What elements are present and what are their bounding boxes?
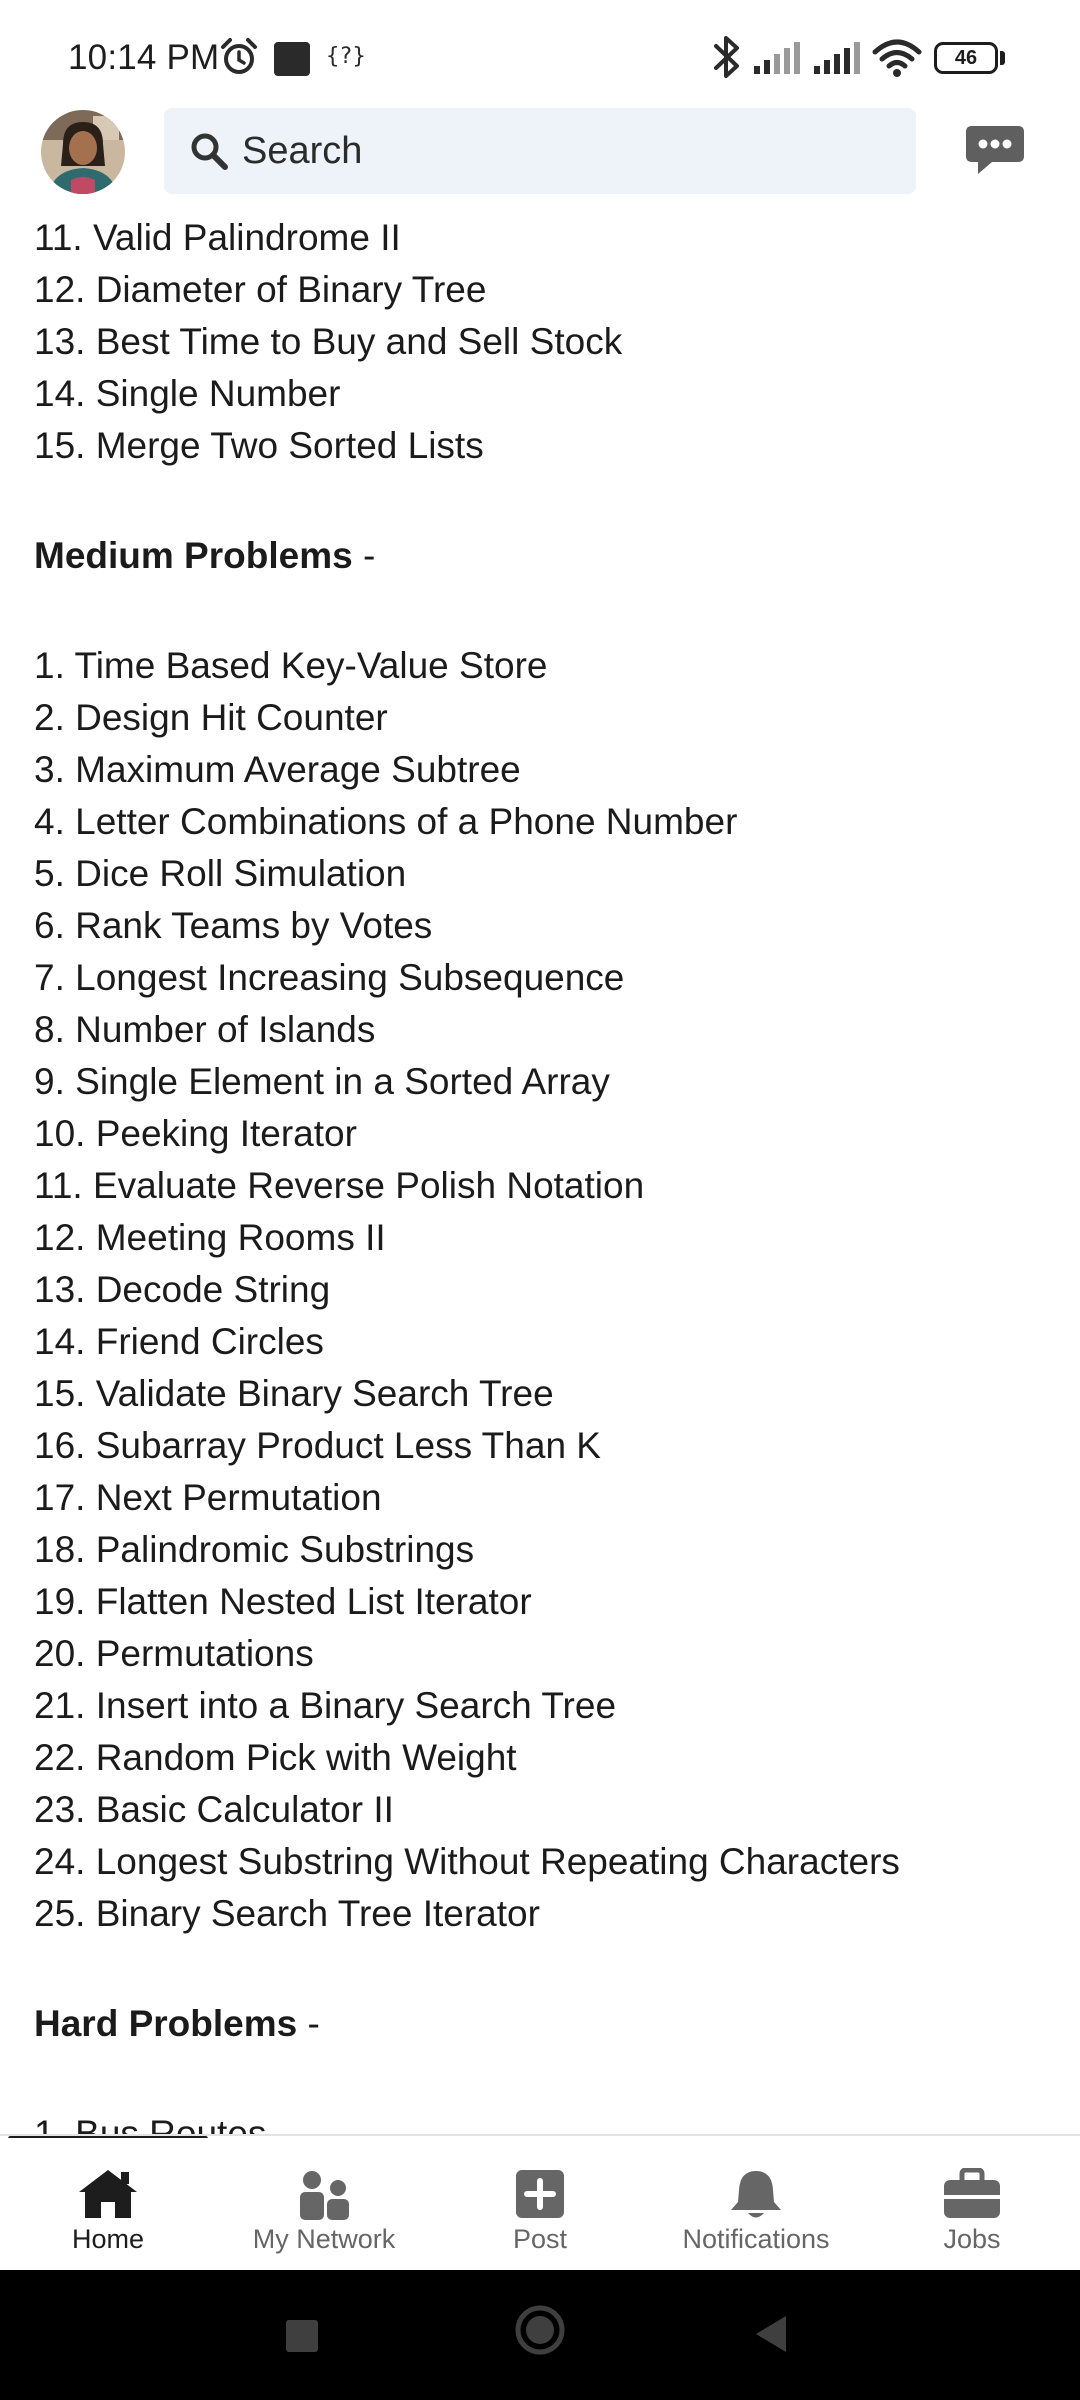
heading-text: Hard Problems — [34, 2003, 298, 2044]
nav-jobs[interactable]: Jobs — [864, 2138, 1080, 2270]
list-item: 8. Number of Islands — [34, 1009, 376, 1050]
list-item: 12. Meeting Rooms II — [34, 1217, 386, 1258]
top-app-bar: Search — [0, 100, 1080, 200]
bluetooth-icon — [710, 34, 744, 85]
nav-my-network[interactable]: My Network — [216, 2138, 432, 2270]
signal-icon — [812, 40, 864, 81]
bell-icon — [728, 2168, 784, 2227]
alarm-icon — [218, 36, 260, 83]
list-item: 5. Dice Roll Simulation — [34, 853, 407, 894]
status-time: 10:14 PM — [68, 38, 220, 77]
search-placeholder: Search — [242, 130, 363, 172]
nav-label: Jobs — [943, 2224, 1001, 2254]
list-item: 13. Best Time to Buy and Sell Stock — [34, 321, 623, 362]
list-item: 17. Next Permutation — [34, 1477, 382, 1518]
post-text: 11. Valid Palindrome II 12. Diameter of … — [34, 212, 1054, 2135]
list-item: 13. Decode String — [34, 1269, 331, 1310]
my-network-icon — [296, 2168, 352, 2227]
list-item: 1. Time Based Key-Value Store — [34, 645, 548, 686]
nav-label: Post — [512, 2224, 568, 2254]
list-item: 14. Single Number — [34, 373, 341, 414]
list-item: 18. Palindromic Substrings — [34, 1529, 475, 1570]
briefcase-icon — [942, 2167, 1002, 2225]
nav-label: My Network — [252, 2224, 396, 2254]
battery-level: 46 — [954, 47, 978, 69]
recents-square-icon[interactable] — [286, 2320, 318, 2352]
list-item: 11. Evaluate Reverse Polish Notation — [34, 1165, 645, 1206]
nav-home[interactable]: Home — [0, 2138, 216, 2270]
list-item: 23. Basic Calculator II — [34, 1789, 394, 1830]
bottom-nav: Home My Network Post Notifications Jobs — [0, 2138, 1080, 2270]
post-content: 11. Valid Palindrome II 12. Diameter of … — [0, 200, 1080, 2135]
signal-icon — [752, 40, 804, 81]
list-item: 25. Binary Search Tree Iterator — [34, 1893, 540, 1934]
home-icon — [77, 2168, 139, 2225]
nav-post[interactable]: Post — [432, 2138, 648, 2270]
search-icon — [188, 130, 230, 177]
list-item: 6. Rank Teams by Votes — [34, 905, 433, 946]
system-nav-bar — [0, 2270, 1080, 2400]
list-item: 21. Insert into a Binary Search Tree — [34, 1685, 617, 1726]
list-item: 3. Maximum Average Subtree — [34, 749, 521, 790]
section-heading-hard: Hard Problems - — [34, 1998, 1054, 2050]
list-item: 7. Longest Increasing Subsequence — [34, 957, 625, 998]
nav-notifications[interactable]: Notifications — [648, 2138, 864, 2270]
list-item: 10. Peeking Iterator — [34, 1113, 357, 1154]
back-triangle-icon[interactable] — [754, 2314, 788, 2359]
battery-icon: 46 — [934, 42, 998, 74]
list-item: 14. Friend Circles — [34, 1321, 324, 1362]
heading-text: Medium Problems — [34, 535, 353, 576]
list-item: 2. Design Hit Counter — [34, 697, 388, 738]
list-item: 11. Valid Palindrome II — [34, 217, 401, 258]
search-bar[interactable]: Search — [164, 108, 916, 194]
battery-tip — [1000, 51, 1005, 65]
list-item: 22. Random Pick with Weight — [34, 1737, 517, 1778]
heading-suffix: - — [297, 2003, 320, 2044]
messaging-icon[interactable] — [962, 122, 1028, 183]
wifi-icon — [872, 38, 922, 83]
list-item: 15. Merge Two Sorted Lists — [34, 425, 484, 466]
list-item: 19. Flatten Nested List Iterator — [34, 1581, 532, 1622]
list-item: 4. Letter Combinations of a Phone Number — [34, 801, 738, 842]
status-bar: 10:14 PM {?} 46 — [0, 0, 1080, 100]
list-item: 1. Bus Routes — [34, 2113, 267, 2135]
list-item: 15. Validate Binary Search Tree — [34, 1373, 554, 1414]
list-item: 12. Diameter of Binary Tree — [34, 269, 487, 310]
avatar[interactable] — [41, 110, 125, 194]
home-circle-icon[interactable] — [514, 2304, 566, 2361]
list-item: 20. Permutations — [34, 1633, 314, 1674]
nav-label: Home — [71, 2224, 145, 2254]
post-plus-icon — [514, 2168, 566, 2225]
section-heading-medium: Medium Problems - — [34, 530, 1054, 582]
list-item: 24. Longest Substring Without Repeating … — [34, 1841, 900, 1882]
list-item: 16. Subarray Product Less Than K — [34, 1425, 601, 1466]
list-item: 9. Single Element in a Sorted Array — [34, 1061, 610, 1102]
heading-suffix: - — [352, 535, 376, 576]
stop-square-icon — [274, 42, 310, 76]
nav-label: Notifications — [682, 2224, 830, 2254]
braces-icon: {?} — [326, 44, 366, 69]
